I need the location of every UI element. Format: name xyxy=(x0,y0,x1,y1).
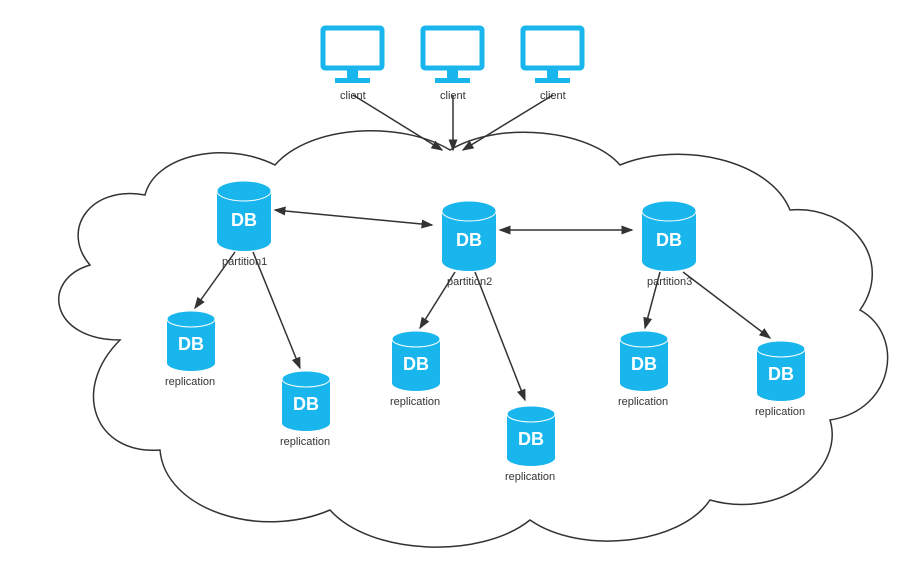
db-partition1: DB xyxy=(215,180,273,257)
partition3-label: partition3 xyxy=(647,276,692,288)
client-label-3: client xyxy=(540,90,566,102)
client-monitor-1 xyxy=(320,25,385,90)
architecture-diagram: client client client DB partition1 xyxy=(0,0,913,585)
svg-text:DB: DB xyxy=(456,230,482,250)
svg-text:DB: DB xyxy=(768,364,794,384)
db-partition2: DB xyxy=(440,200,498,277)
client-label-1: client xyxy=(340,90,366,102)
svg-text:DB: DB xyxy=(656,230,682,250)
client-monitor-2 xyxy=(420,25,485,90)
client-label-2: client xyxy=(440,90,466,102)
replication-label-3: replication xyxy=(390,396,440,408)
db-replication-5: DB xyxy=(618,330,670,397)
svg-text:DB: DB xyxy=(518,429,544,449)
svg-text:DB: DB xyxy=(293,394,319,414)
db-replication-1: DB xyxy=(165,310,217,377)
svg-text:DB: DB xyxy=(178,334,204,354)
db-partition3: DB xyxy=(640,200,698,277)
db-replication-6: DB xyxy=(755,340,807,407)
db-replication-3: DB xyxy=(390,330,442,397)
replication-label-4: replication xyxy=(505,471,555,483)
replication-label-2: replication xyxy=(280,436,330,448)
partition1-label: partition1 xyxy=(222,256,267,268)
replication-label-5: replication xyxy=(618,396,668,408)
partition2-label: partition2 xyxy=(447,276,492,288)
svg-text:DB: DB xyxy=(631,354,657,374)
replication-label-6: replication xyxy=(755,406,805,418)
svg-text:DB: DB xyxy=(403,354,429,374)
client-monitor-3 xyxy=(520,25,585,90)
replication-label-1: replication xyxy=(165,376,215,388)
db-replication-2: DB xyxy=(280,370,332,437)
db-replication-4: DB xyxy=(505,405,557,472)
svg-text:DB: DB xyxy=(231,210,257,230)
